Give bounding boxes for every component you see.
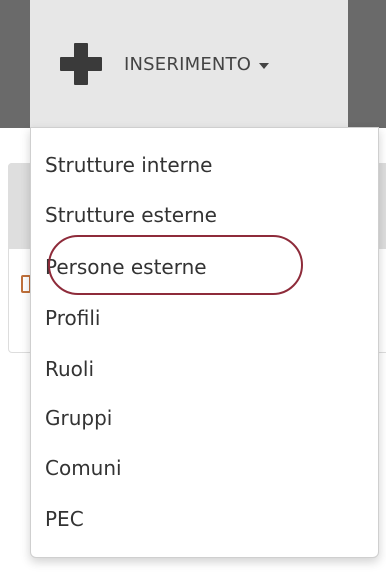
- menu-item-persone-esterne[interactable]: Persone esterne: [45, 252, 207, 282]
- navbar-right-edge: [348, 0, 386, 128]
- menu-item-pec[interactable]: PEC: [45, 504, 84, 534]
- caret-down-icon: [259, 63, 270, 69]
- menu-item-ruoli[interactable]: Ruoli: [45, 354, 94, 384]
- menu-item-strutture-esterne[interactable]: Strutture esterne: [45, 200, 217, 230]
- menu-item-comuni[interactable]: Comuni: [45, 453, 122, 483]
- menu-item-gruppi[interactable]: Gruppi: [45, 403, 112, 433]
- navbar-left-edge: [0, 0, 30, 128]
- menu-item-strutture-interne[interactable]: Strutture interne: [45, 150, 212, 180]
- nav-item-inserimento[interactable]: INSERIMENTO: [30, 0, 348, 128]
- nav-item-label: INSERIMENTO: [124, 53, 252, 75]
- top-navbar: INSERIMENTO: [0, 0, 386, 128]
- menu-item-profili[interactable]: Profili: [45, 303, 100, 333]
- inserimento-dropdown-menu: [30, 127, 379, 558]
- plus-icon: [60, 43, 102, 85]
